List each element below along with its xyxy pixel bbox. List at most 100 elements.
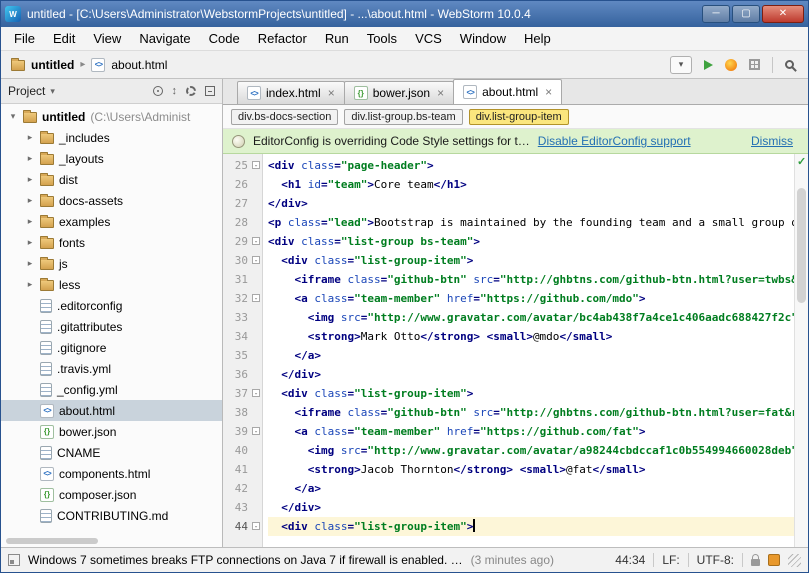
menu-item-help[interactable]: Help [515, 28, 560, 49]
tree-item-js[interactable]: ▸js [1, 253, 222, 274]
tree-item-.gitignore[interactable]: .gitignore [1, 337, 222, 358]
caret-position[interactable]: 44:34 [615, 553, 645, 567]
fold-icon[interactable]: - [252, 256, 260, 264]
code-line[interactable]: <p class="lead">Bootstrap is maintained … [268, 213, 794, 232]
gear-icon[interactable] [186, 86, 196, 96]
fold-icon[interactable]: - [252, 427, 260, 435]
close-icon[interactable]: × [328, 86, 335, 100]
tree-item-CONTRIBUTING.md[interactable]: CONTRIBUTING.md [1, 505, 222, 526]
menu-item-edit[interactable]: Edit [44, 28, 84, 49]
code-line[interactable]: <img src="http://www.gravatar.com/avatar… [268, 308, 794, 327]
menu-item-navigate[interactable]: Navigate [130, 28, 199, 49]
code-line[interactable]: <strong>Mark Otto</strong> <small>@mdo</… [268, 327, 794, 346]
code-line[interactable]: </a> [268, 479, 794, 498]
code-line[interactable]: <div class="list-group bs-team"> [268, 232, 794, 251]
tree-item-components.html[interactable]: components.html [1, 463, 222, 484]
code-line[interactable]: </div> [268, 498, 794, 517]
tree-item-root[interactable]: ▾untitled (C:\Users\Administ [1, 106, 222, 127]
tab-index.html[interactable]: index.html× [237, 81, 345, 104]
code-line[interactable]: <div class="list-group-item"> [268, 251, 794, 270]
menu-item-file[interactable]: File [5, 28, 44, 49]
tab-about.html[interactable]: about.html× [453, 79, 562, 104]
breadcrumb-div.list-group-item[interactable]: div.list-group-item [469, 109, 569, 125]
code-line[interactable]: </div> [268, 365, 794, 384]
chevron-collapsed-icon[interactable]: ▸ [25, 132, 35, 143]
chevron-collapsed-icon[interactable]: ▸ [25, 279, 35, 290]
menu-item-refactor[interactable]: Refactor [249, 28, 316, 49]
menu-item-run[interactable]: Run [316, 28, 358, 49]
code-line[interactable]: <iframe class="github-btn" src="http://g… [268, 270, 794, 289]
close-icon[interactable]: × [437, 86, 444, 100]
chevron-collapsed-icon[interactable]: ▸ [25, 195, 35, 206]
tree-item-examples[interactable]: ▸examples [1, 211, 222, 232]
encoding-widget[interactable]: UTF-8: [697, 553, 734, 567]
tree-item-about.html[interactable]: about.html [1, 400, 222, 421]
grid-icon[interactable] [749, 59, 760, 70]
menu-item-vcs[interactable]: VCS [406, 28, 451, 49]
maximize-button[interactable]: ▢ [732, 5, 760, 23]
chevron-expanded-icon[interactable]: ▾ [8, 111, 18, 122]
menu-item-window[interactable]: Window [451, 28, 515, 49]
scrollbar-thumb[interactable] [797, 188, 806, 303]
collapse-all-icon[interactable] [205, 86, 215, 96]
close-button[interactable]: ✕ [762, 5, 804, 23]
tree-item-_config.yml[interactable]: _config.yml [1, 379, 222, 400]
chevron-collapsed-icon[interactable]: ▸ [25, 216, 35, 227]
tree-item-_layouts[interactable]: ▸_layouts [1, 148, 222, 169]
editor-scrollbar[interactable]: ✓ [794, 154, 808, 547]
chevron-collapsed-icon[interactable]: ▸ [25, 237, 35, 248]
status-message[interactable]: Windows 7 sometimes breaks FTP connectio… [28, 553, 463, 567]
breadcrumb-div.list-group.bs-team[interactable]: div.list-group.bs-team [344, 109, 462, 125]
toolbar-crumb-project[interactable]: untitled [31, 58, 74, 72]
code-line[interactable]: <h1 id="team">Core team</h1> [268, 175, 794, 194]
run-icon[interactable] [704, 60, 713, 70]
code-lines[interactable]: <div class="page-header"> <h1 id="team">… [263, 154, 794, 547]
menu-item-code[interactable]: Code [200, 28, 249, 49]
locate-icon[interactable] [153, 86, 163, 96]
run-config-selector[interactable]: ▾ [670, 56, 692, 74]
tree-item-.gitattributes[interactable]: .gitattributes [1, 316, 222, 337]
title-bar[interactable]: W untitled - [C:\Users\Administrator\Web… [1, 1, 808, 27]
resize-grip[interactable] [788, 554, 801, 567]
breadcrumb-div.bs-docs-section[interactable]: div.bs-docs-section [231, 109, 338, 125]
code-line[interactable]: </a> [268, 346, 794, 365]
project-panel-title[interactable]: Project [8, 84, 45, 98]
minimize-button[interactable]: ─ [702, 5, 730, 23]
tree-item-.editorconfig[interactable]: .editorconfig [1, 295, 222, 316]
menu-item-tools[interactable]: Tools [358, 28, 406, 49]
tree-item-bower.json[interactable]: bower.json [1, 421, 222, 442]
code-line[interactable]: <a class="team-member" href="https://git… [268, 289, 794, 308]
project-horizontal-scrollbar[interactable] [6, 538, 98, 544]
chevron-down-icon[interactable]: ▾ [50, 86, 55, 97]
toolwindow-switcher-icon[interactable] [8, 554, 20, 566]
tree-item-composer.json[interactable]: composer.json [1, 484, 222, 505]
disable-editorconfig-link[interactable]: Disable EditorConfig support [538, 134, 691, 148]
fold-icon[interactable]: - [252, 161, 260, 169]
tree-item-less[interactable]: ▸less [1, 274, 222, 295]
sort-icon[interactable]: ↕ [172, 86, 178, 97]
tree-item-fonts[interactable]: ▸fonts [1, 232, 222, 253]
fold-icon[interactable]: - [252, 522, 260, 530]
hector-inspector-icon[interactable] [768, 554, 780, 566]
dismiss-link[interactable]: Dismiss [751, 134, 793, 148]
code-line[interactable]: <a class="team-member" href="https://git… [268, 422, 794, 441]
tree-item-_includes[interactable]: ▸_includes [1, 127, 222, 148]
close-icon[interactable]: × [545, 85, 552, 99]
line-separator-widget[interactable]: LF: [662, 553, 679, 567]
code-line[interactable]: <div class="list-group-item"> [268, 517, 794, 536]
readonly-lock-icon[interactable] [751, 559, 760, 566]
coverage-sun-icon[interactable] [725, 59, 737, 71]
search-icon[interactable] [785, 60, 794, 69]
fold-icon[interactable]: - [252, 237, 260, 245]
code-line[interactable]: <iframe class="github-btn" src="http://g… [268, 403, 794, 422]
tree-item-.travis.yml[interactable]: .travis.yml [1, 358, 222, 379]
chevron-collapsed-icon[interactable]: ▸ [25, 258, 35, 269]
chevron-collapsed-icon[interactable]: ▸ [25, 153, 35, 164]
chevron-collapsed-icon[interactable]: ▸ [25, 174, 35, 185]
toolbar-crumb-file[interactable]: about.html [111, 58, 167, 72]
menu-item-view[interactable]: View [84, 28, 130, 49]
tree-item-CNAME[interactable]: CNAME [1, 442, 222, 463]
code-line[interactable]: <div class="list-group-item"> [268, 384, 794, 403]
code-line[interactable]: <div class="page-header"> [268, 156, 794, 175]
code-line[interactable]: <strong>Jacob Thornton</strong> <small>@… [268, 460, 794, 479]
